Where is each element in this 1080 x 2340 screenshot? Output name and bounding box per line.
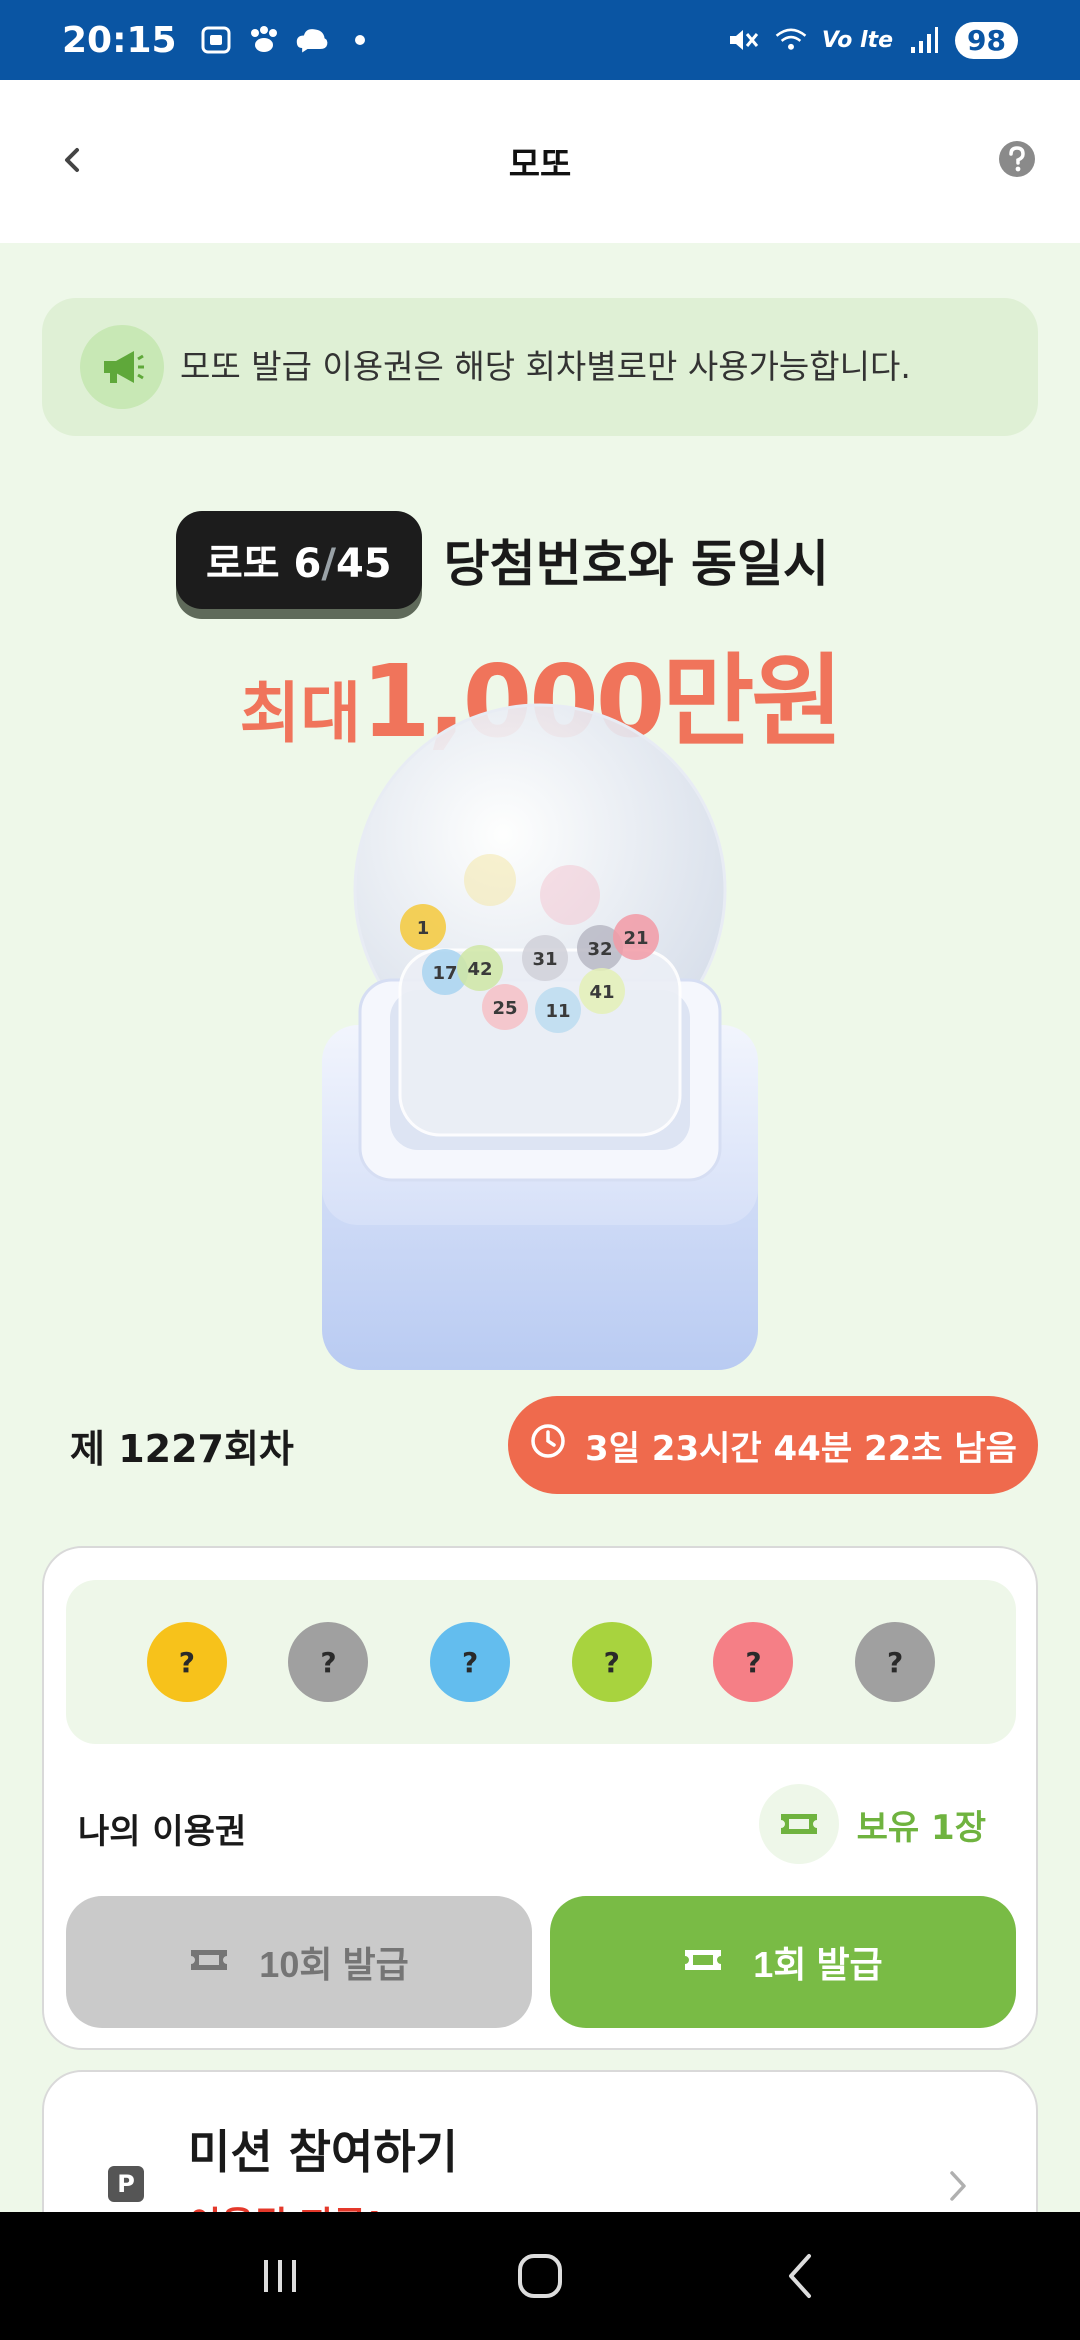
status-right-icons: Vo lte 98 xyxy=(726,21,1018,59)
machine-ball-label: 41 xyxy=(589,982,614,1003)
my-ticket-label: 나의 이용권 xyxy=(78,1812,247,1852)
megaphone-icon xyxy=(80,325,164,409)
machine-ball: 41 xyxy=(579,968,625,1014)
globe-blur-ball xyxy=(464,854,516,906)
ticket-icon xyxy=(189,1941,229,1983)
machine-ball-label: 32 xyxy=(587,939,612,960)
battery-badge: 98 xyxy=(955,21,1018,59)
hero-headline: 당첨번호와 동일시 xyxy=(443,535,830,593)
paw-icon xyxy=(247,25,281,55)
point-icon: P xyxy=(108,2166,144,2202)
draw-ball: ? xyxy=(146,1622,227,1702)
badge-slash: / xyxy=(321,541,336,587)
machine-ball-label: 31 xyxy=(532,949,557,970)
draw-ball: ? xyxy=(430,1622,511,1702)
machine-ball: 25 xyxy=(482,984,528,1030)
cloud-chat-icon xyxy=(295,25,329,55)
ticket-holding: 보유 1장 xyxy=(758,1784,986,1864)
issue-10-button[interactable]: 10회 발급 xyxy=(66,1896,532,2028)
draw-ball: ? xyxy=(855,1622,936,1702)
badge-suffix: 45 xyxy=(335,541,392,587)
app-root: 20:15 Vo lte 98 모또 모또 발급 이용권은 해당 회차별로만 사… xyxy=(0,0,1080,2340)
screenshot-icon xyxy=(199,25,233,55)
draw-ball: ? xyxy=(571,1622,652,1702)
issue-1-button[interactable]: 1회 발급 xyxy=(550,1896,1016,2028)
timer-text: 3일 23시간 44분 22초 남음 xyxy=(585,1428,1017,1469)
wifi-icon xyxy=(774,25,808,55)
clock-icon xyxy=(529,1422,567,1469)
machine-ball: 11 xyxy=(535,987,581,1033)
chevron-right-icon[interactable] xyxy=(940,2166,976,2206)
mute-icon xyxy=(726,25,760,55)
lotto-badge: 로또 6/45 xyxy=(176,511,422,609)
round-label: 제 1227회차 xyxy=(70,1427,294,1471)
app-header: 모또 xyxy=(0,80,1080,243)
recent-apps-icon[interactable] xyxy=(240,2236,320,2316)
machine-ball-label: 1 xyxy=(417,918,430,939)
signal-icon xyxy=(907,25,941,55)
issue-1-label: 1회 발급 xyxy=(753,1944,883,1985)
status-left-icons xyxy=(199,25,377,55)
machine-ball: 21 xyxy=(613,914,659,960)
status-time: 20:15 xyxy=(62,19,177,61)
issue-10-label: 10회 발급 xyxy=(259,1944,409,1985)
dot-icon xyxy=(343,25,377,55)
page-title: 모또 xyxy=(508,145,572,185)
home-icon[interactable] xyxy=(500,2236,580,2316)
machine-ball-label: 11 xyxy=(545,1001,570,1022)
hold-text: 보유 1장 xyxy=(856,1807,986,1848)
draw-balls-panel: ?????? xyxy=(66,1580,1016,1744)
machine-ball-label: 17 xyxy=(432,963,457,984)
lotto-machine-illustration: 1 17 42 31 32 21 25 11 41 xyxy=(322,703,758,1370)
ticket-icon xyxy=(758,1784,839,1864)
system-nav-bar xyxy=(0,2212,1080,2340)
machine-ball-label: 42 xyxy=(467,959,492,980)
globe-blur-ball xyxy=(540,865,600,925)
countdown-timer: 3일 23시간 44분 22초 남음 xyxy=(508,1396,1038,1494)
volte-icon: Vo lte xyxy=(821,27,894,53)
draw-card: ?????? 나의 이용권 보유 1장 10회 발급 1회 발급 xyxy=(42,1546,1038,2050)
chevron-left-icon[interactable] xyxy=(44,132,100,188)
ticket-icon xyxy=(683,1941,723,1983)
machine-ball-label: 21 xyxy=(623,928,648,949)
question-circle-icon[interactable] xyxy=(996,138,1038,180)
back-icon[interactable] xyxy=(760,2236,840,2316)
draw-ball: ? xyxy=(288,1622,369,1702)
notice-text: 모또 발급 이용권은 해당 회차별로만 사용가능합니다. xyxy=(180,347,911,386)
badge-prefix: 로또 6 xyxy=(206,541,322,587)
machine-ball-label: 25 xyxy=(492,998,517,1019)
status-bar: 20:15 Vo lte 98 xyxy=(0,0,1080,80)
machine-ball: 31 xyxy=(522,935,568,981)
machine-ball: 42 xyxy=(457,945,503,991)
notice-banner: 모또 발급 이용권은 해당 회차별로만 사용가능합니다. xyxy=(42,298,1038,436)
hero-headline-row: 로또 6/45 당첨번호와 동일시 xyxy=(176,510,829,610)
draw-ball: ? xyxy=(713,1622,794,1702)
mission-title: 미션 참여하기 xyxy=(188,2125,458,2179)
machine-ball: 1 xyxy=(400,904,446,950)
